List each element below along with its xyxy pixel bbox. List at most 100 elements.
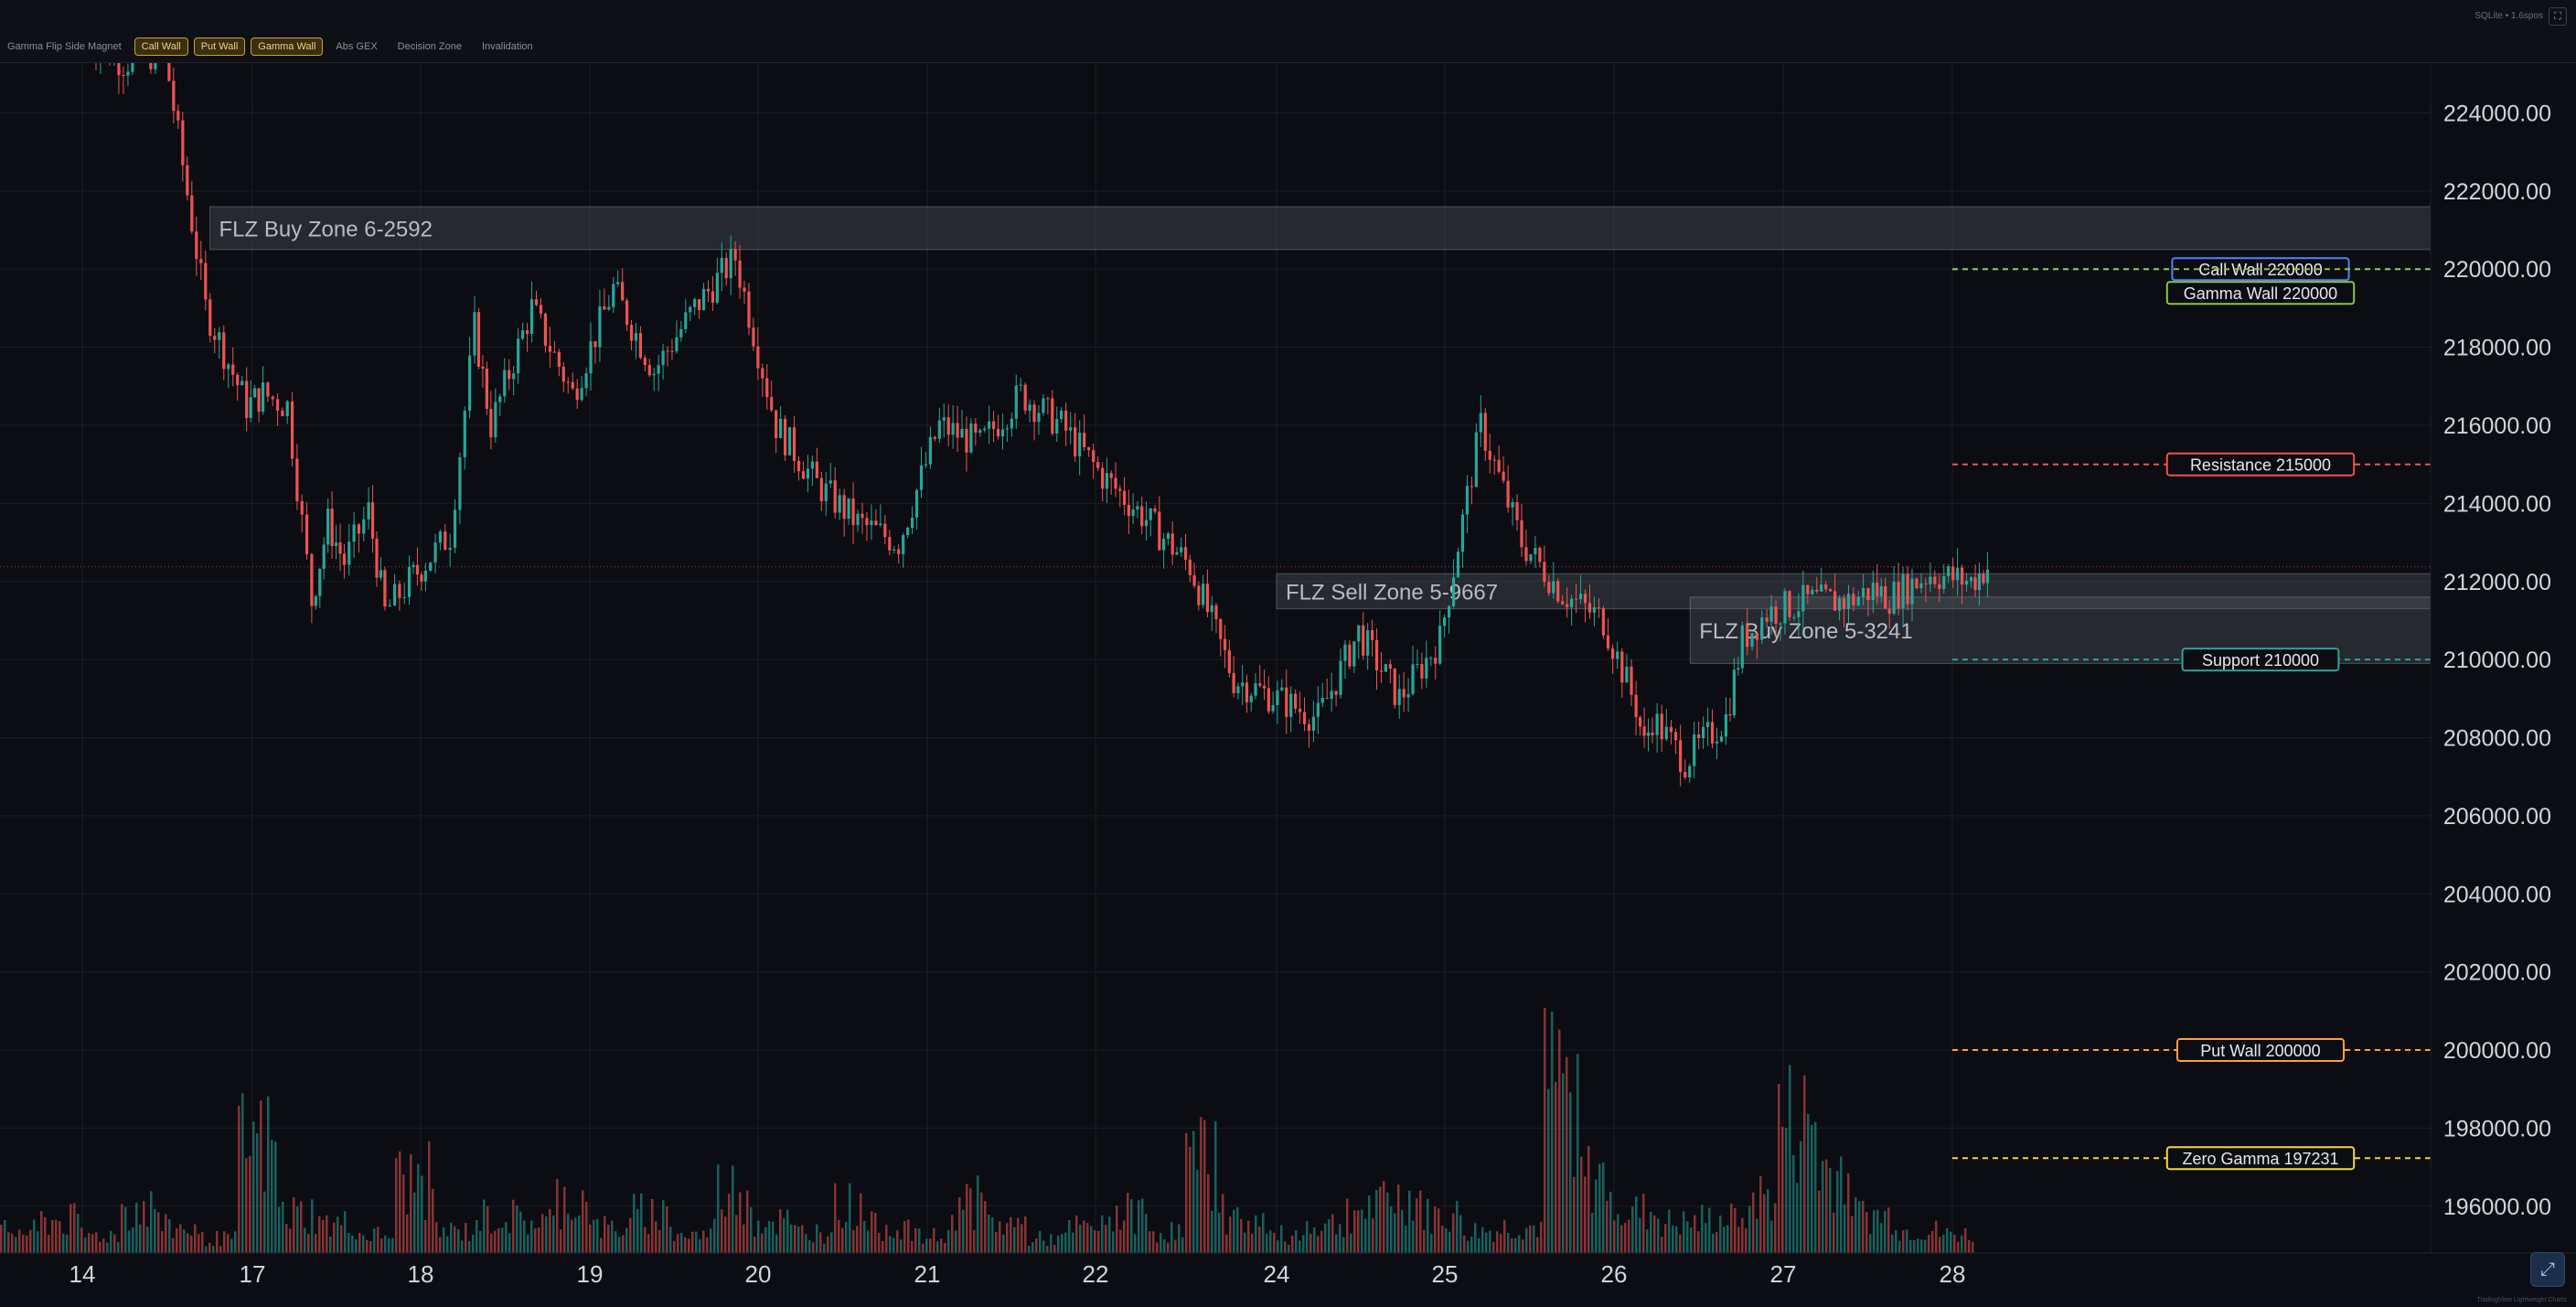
candle-body	[1447, 605, 1451, 618]
candle-body	[1492, 459, 1496, 461]
volume-bar	[903, 1221, 906, 1253]
volume-bar	[216, 1231, 219, 1253]
volume-bar	[285, 1224, 288, 1253]
toggle-gamma-flip[interactable]: Gamma Flip Side Magnet	[0, 37, 129, 56]
candle-body	[842, 495, 846, 520]
volume-bar	[1492, 1241, 1495, 1253]
candle-body	[512, 373, 516, 380]
candle-body	[1114, 477, 1117, 489]
candle-body	[1556, 581, 1560, 602]
candle-body	[661, 350, 665, 366]
volume-bar	[40, 1211, 43, 1253]
volume-bar	[1518, 1235, 1521, 1253]
fullscreen-button[interactable]: ⤢	[2530, 1252, 2565, 1287]
candle-body	[715, 273, 719, 303]
volume-bar	[1452, 1213, 1455, 1253]
candle-body	[711, 291, 715, 303]
toggle-gamma-wall[interactable]: Gamma Wall	[251, 37, 324, 56]
volume-bar	[373, 1228, 376, 1253]
candle-body	[1258, 683, 1262, 686]
volume-bar	[882, 1240, 884, 1253]
toggle-invalidation[interactable]: Invalidation	[475, 37, 540, 56]
candle-body	[910, 517, 914, 529]
candle-body	[1339, 660, 1342, 695]
candle-body	[1655, 713, 1659, 735]
candle-body	[1005, 428, 1010, 430]
volume-bar	[1181, 1237, 1184, 1253]
volume-bar	[1664, 1224, 1667, 1253]
y-tick-label: 198000.00	[2443, 1116, 2551, 1141]
volume-bar	[1094, 1230, 1096, 1253]
volume-bar	[1536, 1237, 1539, 1253]
volume-bar	[428, 1141, 431, 1253]
volume-bar	[1705, 1223, 1707, 1253]
volume-bar	[1807, 1113, 1810, 1253]
candle-body	[1616, 651, 1619, 659]
candle-body	[503, 370, 507, 397]
candle-body	[1673, 732, 1678, 741]
price-chart[interactable]: FLZ Buy Zone 6-2592 FLZ Sell Zone 5-9667 F…	[0, 0, 2576, 1307]
volume-bar	[1555, 1081, 1557, 1253]
candle-body	[1760, 617, 1764, 640]
volume-bar	[662, 1200, 665, 1253]
candle-body	[883, 523, 887, 538]
volume-bar	[1613, 1220, 1616, 1253]
volume-bar	[845, 1221, 848, 1253]
candle-body	[956, 423, 959, 438]
volume-bar	[1214, 1120, 1217, 1253]
candle-body	[1724, 713, 1728, 737]
volume-bar	[55, 1219, 58, 1253]
candle-body	[874, 520, 878, 526]
candle-body	[1969, 577, 1973, 582]
candle-body	[1876, 583, 1879, 596]
toggle-decision-zone[interactable]: Decision Zone	[390, 37, 469, 56]
volume-bar	[830, 1232, 833, 1253]
candle-body	[607, 306, 611, 310]
candle-body	[1679, 740, 1683, 772]
volume-bar	[852, 1229, 855, 1253]
volume-bar	[933, 1227, 935, 1253]
candle-body	[933, 436, 936, 439]
candle-body	[1223, 638, 1227, 650]
volume-bar	[176, 1227, 178, 1253]
candle-body	[1547, 582, 1551, 594]
candle-body	[1188, 559, 1192, 575]
toggle-put-wall[interactable]: Put Wall	[193, 37, 246, 56]
candle-body	[1037, 412, 1041, 423]
volume-bar	[1061, 1234, 1064, 1253]
volume-bar	[150, 1191, 153, 1253]
candle-body	[752, 327, 755, 347]
toggle-abs-gex[interactable]: Abs GEX	[328, 37, 384, 56]
overlay-toolbar: Gamma Flip Side Magnet Call Wall Put Wal…	[0, 33, 540, 60]
volume-bar	[439, 1237, 442, 1253]
candle-body	[1566, 604, 1569, 607]
volume-bar	[1269, 1230, 1272, 1253]
candle-body	[126, 71, 130, 76]
volume-bar	[947, 1229, 950, 1253]
candle-body	[1964, 581, 1969, 585]
volume-bar	[1481, 1227, 1484, 1253]
volume-bar	[450, 1222, 453, 1253]
expand-icon[interactable]: ⛶	[2549, 7, 2567, 26]
candle-body	[1232, 672, 1235, 693]
volume-bar	[1233, 1209, 1235, 1253]
volume-bar	[1913, 1240, 1916, 1253]
volume-bar	[1152, 1231, 1155, 1253]
candle-body	[1245, 682, 1249, 702]
candle-body	[463, 411, 466, 457]
candle-body	[684, 312, 688, 329]
candle-body	[240, 380, 244, 386]
volume-bar	[1759, 1175, 1762, 1253]
volume-bar	[497, 1228, 500, 1253]
volume-bar	[1408, 1190, 1411, 1253]
volume-bar	[1438, 1208, 1440, 1253]
candle-body	[1158, 511, 1161, 551]
candle-body	[1042, 398, 1045, 413]
candle-body	[1374, 639, 1379, 671]
attribution-text: TradingView Lightweight Charts	[2476, 1297, 2567, 1303]
candle-body	[1592, 607, 1597, 613]
toggle-call-wall[interactable]: Call Wall	[134, 37, 188, 56]
candle-body	[1520, 520, 1523, 548]
volume-bar	[1324, 1223, 1327, 1253]
candle-body	[815, 461, 818, 478]
